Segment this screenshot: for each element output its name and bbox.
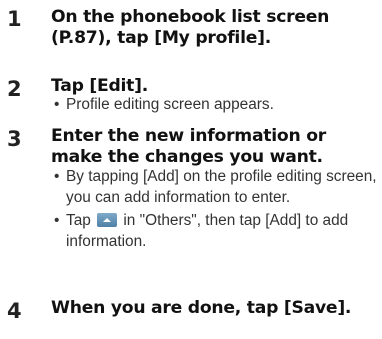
step-title: On the phonebook list screen (P.87), tap… (51, 7, 330, 48)
step-bullets: Profile editing screen appears. (54, 95, 380, 119)
step-title: Enter the new information or make the ch… (51, 126, 326, 167)
step-title: Tap [Edit]. (51, 76, 149, 96)
step-title: When you are done, tap [Save]. (51, 298, 352, 318)
step-number: 1 (7, 7, 22, 31)
step-bullets: By tapping [Add] on the profile editing … (54, 167, 380, 255)
step-number: 2 (7, 77, 22, 101)
bullet-item: Tap in "Others", then tap [Add] to add i… (54, 211, 380, 252)
bullet-item: Profile editing screen appears. (54, 95, 380, 116)
bullet-text-before: Tap (66, 212, 91, 229)
step-number: 4 (7, 299, 22, 323)
step-number: 3 (7, 127, 22, 151)
bullet-item: By tapping [Add] on the profile editing … (54, 167, 380, 208)
expand-arrow-icon (97, 213, 118, 227)
